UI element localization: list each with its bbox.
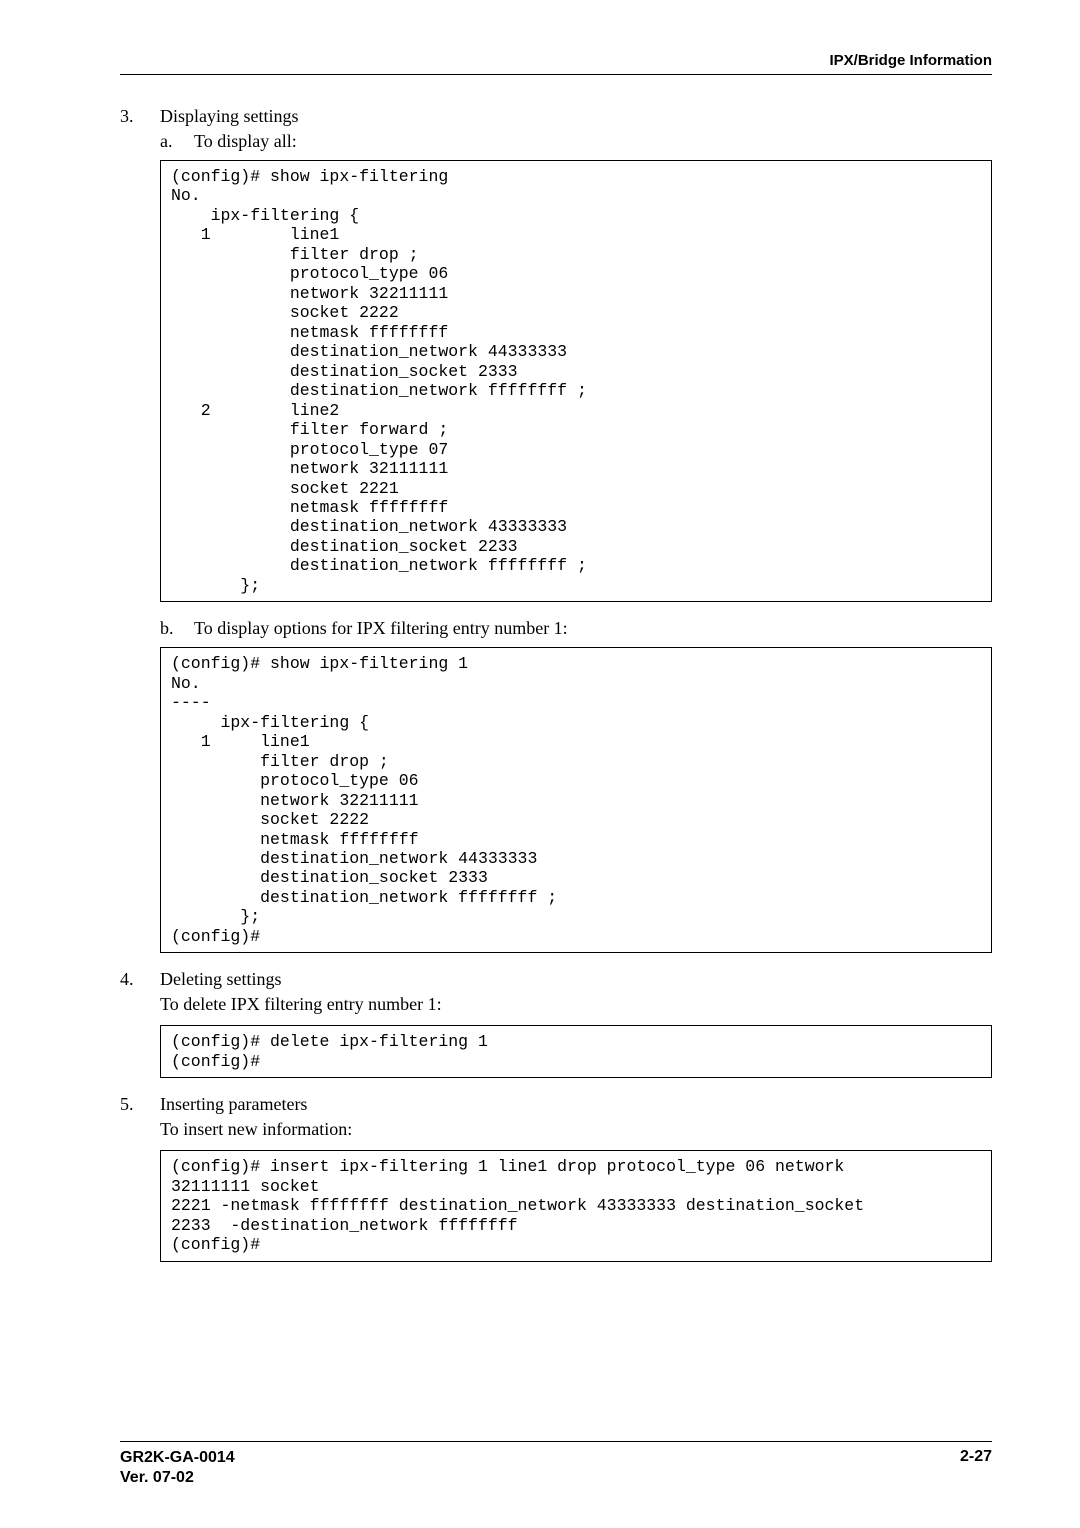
code-delete-ipx-filtering: (config)# delete ipx-filtering 1 (config… xyxy=(160,1025,992,1078)
substep-b-text: To display options for IPX filtering ent… xyxy=(194,618,992,639)
substep-a-label: a. xyxy=(160,131,194,152)
code-show-ipx-filtering-all: (config)# show ipx-filtering No. ipx-fil… xyxy=(160,160,992,602)
footer-version: Ver. 07-02 xyxy=(120,1468,235,1488)
step-3-title: Displaying settings xyxy=(160,106,992,127)
step-5-body: To insert new information: xyxy=(160,1119,992,1140)
step-4-number: 4. xyxy=(120,969,160,990)
footer-rule xyxy=(120,1441,992,1442)
page-footer: GR2K-GA-0014 Ver. 07-02 2-27 xyxy=(120,1441,992,1488)
step-4: 4. Deleting settings xyxy=(120,969,992,990)
section-header: IPX/Bridge Information xyxy=(829,52,992,69)
step-5-title: Inserting parameters xyxy=(160,1094,992,1115)
step-5: 5. Inserting parameters xyxy=(120,1094,992,1115)
step-3-number: 3. xyxy=(120,106,160,127)
step-3-substep-b: b. To display options for IPX filtering … xyxy=(160,618,992,639)
step-3-substep-a: a. To display all: xyxy=(160,131,992,152)
step-3: 3. Displaying settings xyxy=(120,106,992,127)
step-4-body: To delete IPX filtering entry number 1: xyxy=(160,994,992,1015)
footer-page-number: 2-27 xyxy=(960,1448,992,1488)
code-show-ipx-filtering-1: (config)# show ipx-filtering 1 No. ---- … xyxy=(160,647,992,953)
substep-b-label: b. xyxy=(160,618,194,639)
footer-row: GR2K-GA-0014 Ver. 07-02 2-27 xyxy=(120,1448,992,1488)
code-insert-ipx-filtering: (config)# insert ipx-filtering 1 line1 d… xyxy=(160,1150,992,1261)
page: IPX/Bridge Information 3. Displaying set… xyxy=(0,0,1080,1528)
step-5-number: 5. xyxy=(120,1094,160,1115)
header-rule xyxy=(120,74,992,75)
footer-left: GR2K-GA-0014 Ver. 07-02 xyxy=(120,1448,235,1488)
step-4-title: Deleting settings xyxy=(160,969,992,990)
footer-doc-id: GR2K-GA-0014 xyxy=(120,1448,235,1468)
content-area: 3. Displaying settings a. To display all… xyxy=(120,106,992,1262)
substep-a-text: To display all: xyxy=(194,131,992,152)
